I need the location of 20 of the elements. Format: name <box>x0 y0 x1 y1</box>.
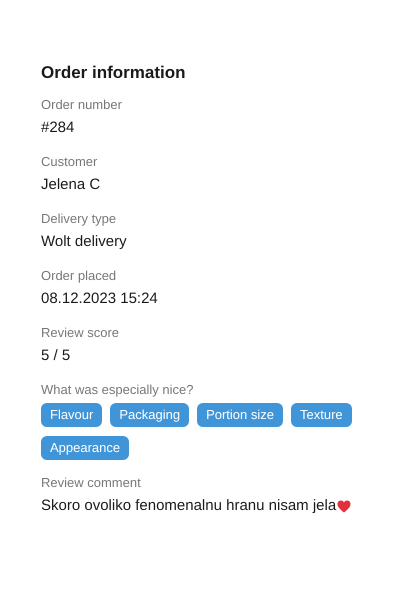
field-value: #284 <box>41 118 76 138</box>
field-value: Wolt delivery <box>41 232 128 252</box>
field-label: Order placed <box>41 267 118 285</box>
tag: Texture <box>291 403 352 427</box>
field-value: 5 / 5 <box>41 346 72 366</box>
tag: Flavour <box>41 403 102 427</box>
field-label: Customer <box>41 153 98 171</box>
field-label: Order number <box>41 96 123 114</box>
field-value: Jelena C <box>41 175 102 195</box>
field-label: Delivery type <box>41 210 118 228</box>
tag: Portion size <box>197 403 283 427</box>
section-title: Order information <box>41 62 187 84</box>
comment-text: Skoro ovoliko fenomenalnu hranu nisam jela <box>41 496 336 516</box>
heart-icon <box>337 500 352 512</box>
field-value: 08.12.2023 15:24 <box>41 289 159 309</box>
field-label: Review comment <box>41 474 142 492</box>
field-label: What was especially nice? <box>41 381 194 399</box>
field-label: Review score <box>41 324 120 342</box>
tag: Appearance <box>41 436 130 460</box>
tag: Packaging <box>110 403 190 427</box>
